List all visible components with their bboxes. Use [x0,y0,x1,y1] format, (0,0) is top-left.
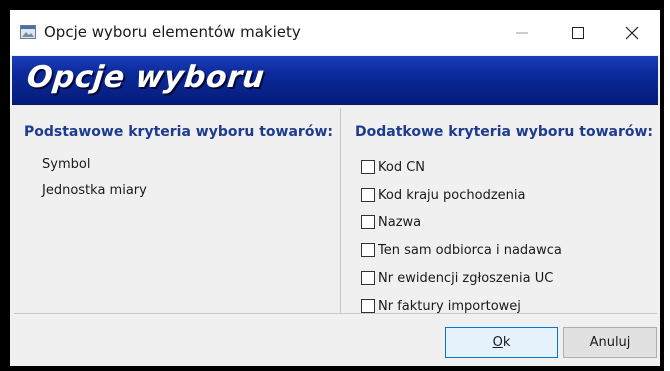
checkbox[interactable] [361,243,375,257]
maximize-icon [572,26,584,39]
option-label: Nr ewidencji zgłoszenia UC [378,270,554,286]
option-label: Kod kraju pochodzenia [378,187,526,203]
ok-button[interactable]: Ok [445,327,558,358]
additional-criteria-heading: Dodatkowe kryteria wyboru towarów: [355,124,653,140]
close-button[interactable] [604,10,660,55]
app-window-icon [20,25,36,39]
basic-criteria-item: Symbol [42,157,91,172]
checkbox[interactable] [361,299,375,313]
title-bar[interactable]: Opcje wyboru elementów makiety [10,10,660,55]
option-kod-kraju[interactable]: Kod kraju pochodzenia [361,186,525,204]
option-kod-cn[interactable]: Kod CN [361,158,425,176]
option-label: Nazwa [378,214,422,230]
banner-title: Opcje wyboru [25,60,267,95]
option-label: Ten sam odbiorca i nadawca [378,242,562,258]
footer-divider [14,313,657,314]
basic-criteria-item: Jednostka miary [42,183,147,198]
cancel-button[interactable]: Anuluj [563,327,657,358]
header-banner: Opcje wyboru [12,56,658,105]
additional-criteria-panel: Dodatkowe kryteria wyboru towarów: Kod C… [341,108,657,314]
ok-button-mnemonic: O [492,335,503,350]
option-nr-ewidencji[interactable]: Nr ewidencji zgłoszenia UC [361,269,553,287]
basic-criteria-heading: Podstawowe kryteria wyboru towarów: [24,124,333,140]
basic-criteria-panel: Podstawowe kryteria wyboru towarów: Symb… [14,108,341,313]
checkbox[interactable] [361,188,375,202]
dialog-window: Opcje wyboru elementów makiety Opcje wyb… [10,10,660,366]
close-icon [625,26,639,39]
maximize-button[interactable] [550,10,606,55]
minimize-icon [516,32,528,33]
minimize-button[interactable] [494,10,550,55]
option-label: Kod CN [378,159,426,175]
ok-button-label: k [502,335,511,350]
screen-edge [660,10,664,366]
option-nazwa[interactable]: Nazwa [361,213,421,231]
checkbox[interactable] [361,215,375,229]
checkbox[interactable] [361,271,375,285]
option-ten-sam-odbiorca[interactable]: Ten sam odbiorca i nadawca [361,241,562,259]
checkbox[interactable] [361,160,375,174]
option-label: Nr faktury importowej [378,298,521,314]
window-title: Opcje wyboru elementów makiety [44,23,301,41]
